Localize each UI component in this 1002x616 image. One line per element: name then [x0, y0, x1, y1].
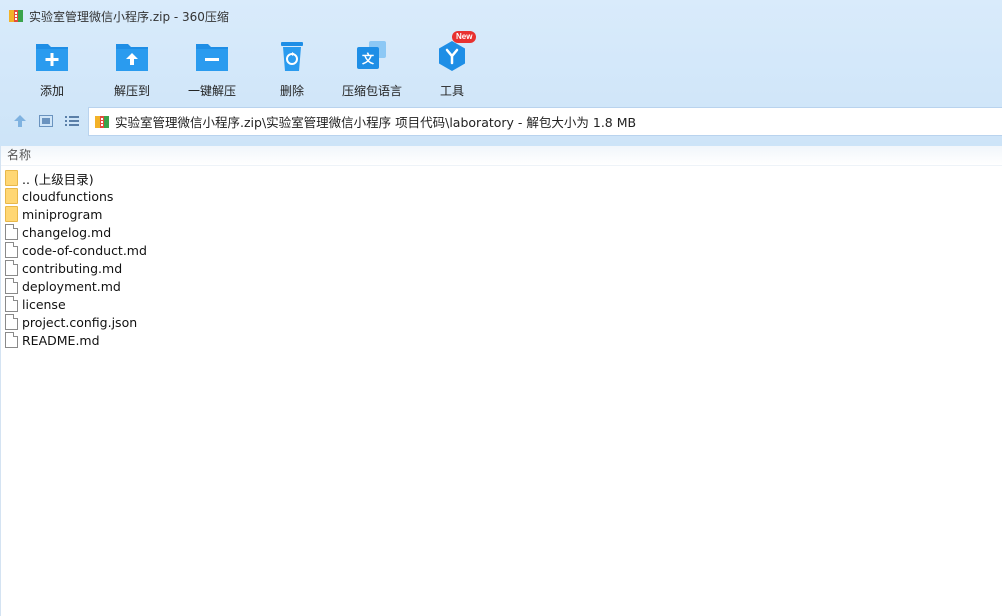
tools-label: 工具	[439, 84, 464, 98]
item-name: .. (上级目录)	[22, 171, 94, 187]
navigation-bar: 实验室管理微信小程序.zip\实验室管理微信小程序 项目代码\laborator…	[0, 106, 1002, 136]
toolbar: 添加 解压到 一键解压 删除 文 压缩包语言 New 工具	[0, 31, 1002, 98]
column-header-name[interactable]: 名称	[1, 146, 1002, 166]
up-level-button[interactable]	[10, 111, 30, 131]
delete-button[interactable]: 删除	[252, 34, 332, 98]
list-view-icon	[65, 116, 79, 126]
address-bar[interactable]: 实验室管理微信小程序.zip\实验室管理微信小程序 项目代码\laborator…	[88, 107, 1002, 136]
tools-button[interactable]: New 工具	[412, 31, 492, 98]
list-item-license[interactable]: license	[5, 295, 147, 313]
one-click-extract-button[interactable]: 一键解压	[172, 34, 252, 98]
item-name: contributing.md	[22, 260, 123, 276]
title-bar: 实验室管理微信小程序.zip - 360压缩	[0, 0, 1002, 32]
file-icon	[5, 296, 18, 312]
folder-icon	[5, 206, 18, 222]
arrow-up-icon	[14, 115, 26, 127]
list-item-miniprogram[interactable]: miniprogram	[5, 205, 147, 223]
new-badge: New	[452, 31, 477, 43]
archive-language-button[interactable]: 文 压缩包语言	[332, 34, 412, 98]
zip-archive-icon	[8, 8, 24, 24]
item-name: cloudfunctions	[22, 188, 114, 204]
window-title: 实验室管理微信小程序.zip - 360压缩	[29, 9, 229, 24]
item-name: README.md	[22, 332, 100, 348]
language-icon: 文	[354, 38, 390, 74]
list-item-readme[interactable]: README.md	[5, 331, 147, 349]
item-name: license	[22, 296, 66, 312]
thumbnail-view-icon	[39, 115, 53, 127]
list-item-code-of-conduct[interactable]: code-of-conduct.md	[5, 241, 147, 259]
one-click-extract-icon	[194, 38, 230, 74]
folder-icon	[5, 170, 18, 186]
file-icon	[5, 242, 18, 258]
list-item-parent-directory[interactable]: .. (上级目录)	[5, 169, 147, 187]
add-icon	[34, 38, 70, 74]
item-name: changelog.md	[22, 224, 112, 240]
folder-icon	[5, 188, 18, 204]
extract-to-button[interactable]: 解压到	[92, 34, 172, 98]
extract-to-label: 解压到	[113, 84, 150, 98]
list-view-button[interactable]	[62, 111, 82, 131]
item-name: miniprogram	[22, 206, 103, 222]
file-list: 名称 .. (上级目录) cloudfunctions miniprogram …	[0, 146, 1002, 616]
delete-icon	[274, 38, 310, 74]
svg-text:文: 文	[362, 51, 375, 66]
file-rows: .. (上级目录) cloudfunctions miniprogram cha…	[5, 169, 147, 349]
thumbnail-view-button[interactable]	[36, 111, 56, 131]
top-area: 实验室管理微信小程序.zip - 360压缩 添加 解压到 一键解压 删除 文 …	[0, 0, 1002, 146]
file-icon	[5, 314, 18, 330]
delete-label: 删除	[279, 84, 304, 98]
item-name: deployment.md	[22, 278, 121, 294]
list-item-project-config[interactable]: project.config.json	[5, 313, 147, 331]
archive-language-label: 压缩包语言	[341, 84, 402, 98]
list-item-cloudfunctions[interactable]: cloudfunctions	[5, 187, 147, 205]
file-icon	[5, 278, 18, 294]
address-path: 实验室管理微信小程序.zip\实验室管理微信小程序 项目代码\laborator…	[115, 115, 637, 130]
item-name: code-of-conduct.md	[22, 242, 147, 258]
add-button[interactable]: 添加	[12, 34, 92, 98]
list-item-contributing[interactable]: contributing.md	[5, 259, 147, 277]
file-icon	[5, 260, 18, 276]
file-icon	[5, 224, 18, 240]
zip-archive-icon	[94, 114, 110, 130]
item-name: project.config.json	[22, 314, 138, 330]
tools-icon: New	[434, 31, 477, 74]
file-icon	[5, 332, 18, 348]
list-item-changelog[interactable]: changelog.md	[5, 223, 147, 241]
list-item-deployment[interactable]: deployment.md	[5, 277, 147, 295]
add-label: 添加	[39, 84, 64, 98]
extract-to-icon	[114, 38, 150, 74]
one-click-extract-label: 一键解压	[187, 84, 236, 98]
